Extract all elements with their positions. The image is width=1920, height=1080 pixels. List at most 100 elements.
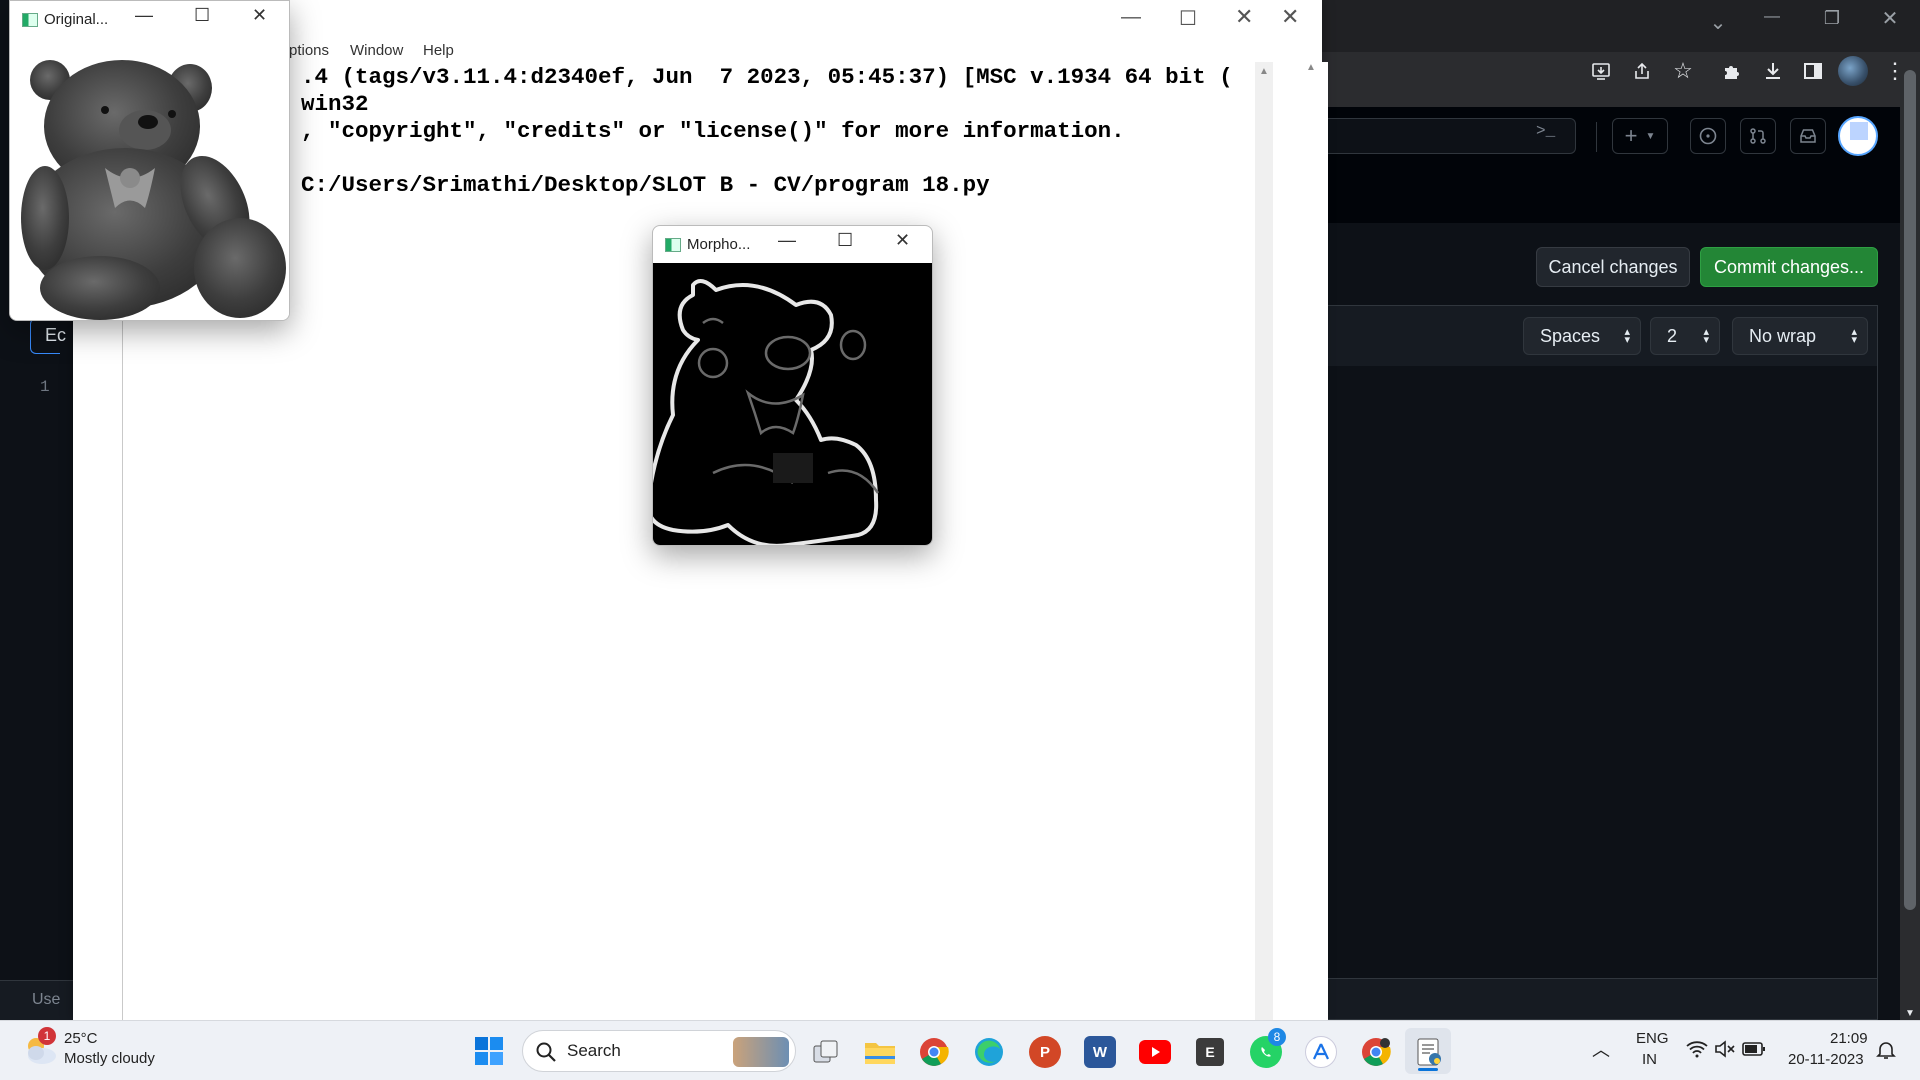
close-button[interactable]: ✕ <box>252 5 267 26</box>
page-scrollbar[interactable]: ▼ <box>1900 60 1920 1020</box>
pull-requests-icon[interactable] <box>1740 118 1776 154</box>
original-window-titlebar: Original... — ☐ ✕ <box>10 1 289 38</box>
weather-description[interactable]: Mostly cloudy <box>64 1050 155 1067</box>
close-button-2[interactable]: ✕ <box>1281 4 1299 30</box>
search-highlight-image <box>733 1037 789 1067</box>
issues-icon[interactable] <box>1690 118 1726 154</box>
download-icon[interactable] <box>1758 56 1788 86</box>
select-caret-icon: ▴ ▾ <box>1703 326 1709 346</box>
opencv-app-icon <box>665 237 681 252</box>
minimize-button[interactable]: — <box>135 5 153 26</box>
share-icon[interactable] <box>1627 56 1657 86</box>
tab-search-icon[interactable]: ⌄ <box>1698 10 1738 35</box>
minimize-button[interactable]: — <box>1752 8 1792 26</box>
close-button[interactable]: ✕ <box>895 230 910 251</box>
indent-mode-value: Spaces <box>1540 325 1601 346</box>
editor-footer-hint: Use <box>0 980 75 1020</box>
language-indicator-top[interactable]: ENG <box>1636 1030 1669 1047</box>
scroll-up-arrow[interactable]: ▲ <box>1306 62 1316 73</box>
youtube-icon[interactable] <box>1139 1036 1171 1068</box>
whatsapp-badge: 8 <box>1268 1028 1286 1046</box>
minimize-button[interactable]: — <box>778 230 796 251</box>
cancel-changes-button[interactable]: Cancel changes <box>1536 247 1690 287</box>
plus-icon: + <box>1624 123 1638 148</box>
task-view-icon[interactable] <box>810 1036 842 1068</box>
morpho-window-titlebar: Morpho... — ☐ ✕ <box>653 226 932 263</box>
language-indicator-bottom[interactable]: IN <box>1642 1051 1657 1068</box>
wifi-icon[interactable] <box>1686 1040 1708 1058</box>
teddy-bear-grayscale-image <box>10 38 289 320</box>
menu-window[interactable]: Window <box>350 42 403 59</box>
weather-temperature[interactable]: 25°C <box>64 1030 98 1047</box>
select-caret-icon: ▴ ▾ <box>1851 326 1857 346</box>
teddy-bear-edge-image <box>653 263 932 545</box>
restore-button[interactable]: ❐ <box>1812 8 1852 29</box>
inbox-icon[interactable] <box>1790 118 1826 154</box>
wrap-mode-select[interactable]: No wrap ▴ ▾ <box>1732 317 1868 355</box>
shell-scrollbar[interactable]: ▲ <box>1255 62 1273 1020</box>
wrap-mode-value: No wrap <box>1749 325 1817 346</box>
battery-icon[interactable] <box>1742 1041 1766 1057</box>
maximize-button[interactable]: ☐ <box>837 230 853 251</box>
menu-help[interactable]: Help <box>423 42 454 59</box>
window-title: Morpho... <box>687 236 751 253</box>
windows-start-icon[interactable] <box>474 1036 504 1066</box>
edge-icon[interactable] <box>973 1036 1005 1068</box>
shell-line: win32 <box>301 91 369 117</box>
clock-time[interactable]: 21:09 <box>1830 1030 1868 1047</box>
command-palette-icon[interactable]: >_ <box>1536 122 1555 140</box>
close-button[interactable]: ✕ <box>1870 6 1910 31</box>
editor-footer <box>1322 978 1878 1020</box>
extensions-icon[interactable] <box>1717 56 1747 86</box>
profile-avatar[interactable] <box>1838 56 1868 86</box>
indent-mode-select[interactable]: Spaces ▴ ▾ <box>1523 317 1641 355</box>
search-icon <box>536 1042 556 1062</box>
maximize-button[interactable]: ☐ <box>194 5 210 26</box>
select-caret-icon: ▴ ▾ <box>1624 326 1630 346</box>
chevron-down-icon: ▼ <box>1645 130 1656 142</box>
original-image-window: Original... — ☐ ✕ <box>9 0 290 321</box>
maximize-button[interactable]: ☐ <box>1179 6 1197 31</box>
shell-line: , "copyright", "credits" or "license()" … <box>301 118 1125 144</box>
search-placeholder: Search <box>567 1041 621 1060</box>
idle-python-icon[interactable] <box>1413 1036 1445 1068</box>
morphology-result-window: Morpho... — ☐ ✕ <box>652 225 933 546</box>
chrome-profile-icon[interactable] <box>1360 1036 1392 1068</box>
minimize-button[interactable]: — <box>1121 6 1141 29</box>
app-store-icon[interactable] <box>1305 1036 1337 1068</box>
create-new-button[interactable]: + ▼ <box>1612 118 1668 154</box>
chrome-titlebar: ⌄ — ❐ ✕ <box>1322 0 1920 52</box>
star-icon[interactable]: ☆ <box>1668 56 1698 86</box>
chrome-icon[interactable] <box>918 1036 950 1068</box>
commit-changes-button[interactable]: Commit changes... <box>1700 247 1878 287</box>
taskbar-search-box[interactable]: Search <box>522 1030 796 1072</box>
user-avatar[interactable] <box>1838 116 1878 156</box>
notifications-icon[interactable] <box>1876 1040 1896 1060</box>
epic-app-icon[interactable]: E <box>1196 1038 1224 1066</box>
code-editor-area[interactable] <box>1322 366 1878 978</box>
windows-taskbar <box>0 1020 1920 1080</box>
indent-size-select[interactable]: 2 ▴ ▾ <box>1650 317 1720 355</box>
window-title: Original... <box>44 11 109 28</box>
volume-muted-icon[interactable] <box>1714 1040 1736 1058</box>
shell-line: C:/Users/Srimathi/Desktop/SLOT B - CV/pr… <box>301 172 990 198</box>
indent-size-value: 2 <box>1667 325 1678 346</box>
opencv-app-icon <box>22 12 38 27</box>
word-icon[interactable]: W <box>1084 1036 1116 1068</box>
file-explorer-icon[interactable] <box>864 1036 896 1068</box>
clock-date[interactable]: 20-11-2023 <box>1788 1051 1864 1068</box>
scroll-down-arrow[interactable]: ▼ <box>1905 1008 1915 1019</box>
active-indicator <box>1418 1068 1438 1071</box>
header-divider <box>1596 122 1597 152</box>
sidebar-icon[interactable] <box>1798 56 1828 86</box>
line-number: 1 <box>40 378 50 396</box>
menu-options[interactable]: ptions <box>289 42 329 59</box>
powerpoint-icon[interactable]: P <box>1029 1036 1061 1068</box>
shell-line: .4 (tags/v3.11.4:d2340ef, Jun 7 2023, 05… <box>301 64 1233 90</box>
scroll-up-arrow[interactable]: ▲ <box>1259 66 1269 77</box>
edit-tab[interactable]: Ec <box>30 318 66 354</box>
chevron-up-icon[interactable]: ︿ <box>1592 1036 1610 1062</box>
weather-badge: 1 <box>38 1027 56 1045</box>
install-icon[interactable] <box>1586 56 1616 86</box>
close-button[interactable]: ✕ <box>1235 4 1253 30</box>
